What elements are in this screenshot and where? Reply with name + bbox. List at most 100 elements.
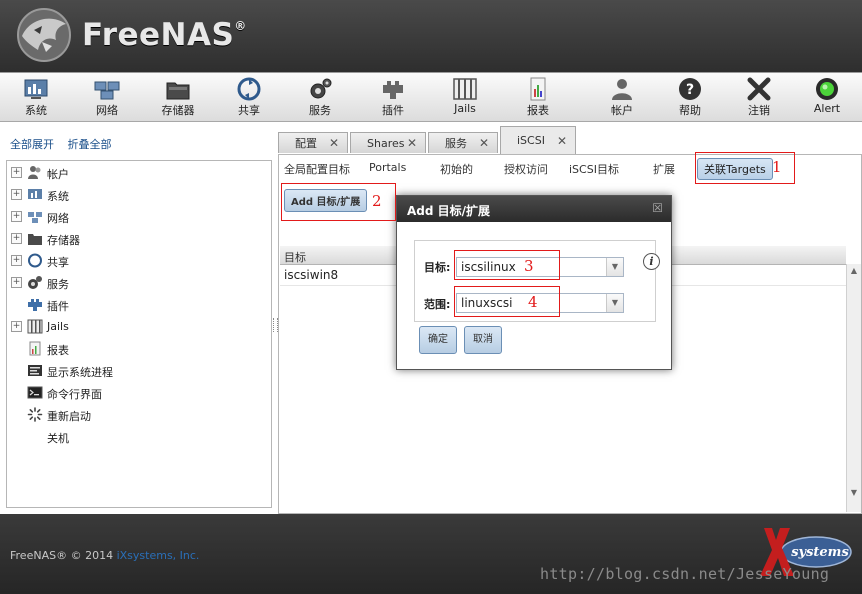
expand-toggle-icon[interactable]: + — [11, 189, 22, 200]
expand-all-link[interactable]: 全部展开 — [10, 138, 54, 151]
annotation-number-4: 4 — [528, 293, 538, 311]
system-icon — [28, 189, 42, 199]
sharing-icon — [237, 77, 261, 101]
annotation-number-1: 1 — [772, 158, 782, 176]
toolbar-jails-button[interactable]: Jails — [435, 77, 495, 119]
dialog-title-bar[interactable]: Add 目标/扩展 ☒ — [397, 196, 671, 222]
tab-services[interactable]: 服务 ✕ — [428, 132, 498, 153]
cancel-button[interactable]: 取消 — [464, 326, 502, 354]
tab-iscsi[interactable]: iSCSI ✕ — [500, 126, 576, 154]
logout-icon — [747, 77, 771, 101]
collapse-all-link[interactable]: 折叠全部 — [68, 138, 112, 151]
terminal-icon — [27, 386, 43, 399]
table-scrollbar[interactable]: ▲ ▼ — [846, 264, 861, 512]
watermark-text: http://blog.csdn.net/JesseYoung — [540, 565, 830, 583]
expand-toggle-icon[interactable]: + — [11, 233, 22, 244]
app-logo-text: FreeNAS® — [82, 17, 247, 53]
toolbar-help-button[interactable]: ? 帮助 — [660, 77, 720, 119]
sidebar-item-plugins[interactable]: 插件 — [9, 295, 265, 315]
sidebar-item-storage[interactable]: + 存储器 — [9, 229, 265, 249]
tree-links: 全部展开 折叠全部 — [10, 136, 122, 152]
annotation-number-3: 3 — [524, 257, 534, 275]
sidebar-item-sharing[interactable]: + 共享 — [9, 251, 265, 271]
subtab-portals[interactable]: Portals — [369, 161, 406, 174]
close-icon[interactable]: ✕ — [479, 133, 489, 154]
sharing-icon — [28, 253, 42, 268]
column-header-target[interactable]: 目标 — [284, 249, 306, 265]
alert-icon — [816, 78, 838, 100]
annotation-box-3 — [454, 250, 560, 280]
subtab-initiators[interactable]: 初始的 — [440, 161, 473, 177]
ixsystems-link[interactable]: iXsystems, Inc. — [117, 549, 200, 562]
reporting-icon — [530, 77, 546, 101]
svg-text:?: ? — [686, 82, 694, 98]
close-icon[interactable]: ✕ — [329, 133, 339, 154]
sidebar-item-network[interactable]: + 网络 — [9, 207, 265, 227]
account-icon — [28, 166, 41, 179]
toolbar-network-button[interactable]: 网络 — [77, 77, 137, 119]
subtab-authorized-access[interactable]: 授权访问 — [504, 161, 548, 177]
ok-button[interactable]: 确定 — [419, 326, 457, 354]
sidebar-item-reboot[interactable]: 重新启动 — [9, 405, 265, 425]
tab-settings[interactable]: 配置 ✕ — [278, 132, 348, 153]
close-icon[interactable]: ✕ — [407, 133, 417, 154]
toolbar-sharing-button[interactable]: 共享 — [219, 77, 279, 119]
toolbar-alert-button[interactable]: Alert — [797, 77, 857, 119]
sidebar-item-shutdown[interactable]: 关机 — [9, 427, 265, 447]
jails-icon — [27, 319, 43, 334]
expand-toggle-icon[interactable]: + — [11, 211, 22, 222]
chevron-down-icon[interactable]: ▼ — [606, 258, 623, 276]
reporting-icon — [29, 341, 41, 356]
expand-toggle-icon[interactable]: + — [11, 277, 22, 288]
scroll-up-icon[interactable]: ▲ — [849, 266, 859, 276]
annotation-box-4 — [454, 286, 560, 317]
sidebar-item-system[interactable]: + 系统 — [9, 185, 265, 205]
toolbar-logout-button[interactable]: 注销 — [729, 77, 789, 119]
expand-toggle-icon[interactable]: + — [11, 321, 22, 332]
copyright-text: FreeNAS® © 2014 iXsystems, Inc. — [10, 549, 200, 562]
toolbar-account-button[interactable]: 帐户 — [592, 77, 652, 119]
freenas-shark-logo-icon — [17, 8, 71, 62]
dialog-title: Add 目标/扩展 — [407, 204, 491, 218]
network-icon — [28, 212, 42, 223]
account-icon — [612, 79, 632, 100]
close-icon[interactable]: ☒ — [652, 201, 663, 215]
toolbar-system-button[interactable]: 系统 — [6, 77, 66, 119]
toolbar-services-button[interactable]: 服务 — [290, 77, 350, 119]
svg-text:systems: systems — [791, 545, 849, 560]
sidebar-item-services[interactable]: + 服务 — [9, 273, 265, 293]
services-icon — [28, 276, 42, 289]
process-list-icon — [28, 365, 42, 376]
toolbar-storage-button[interactable]: 存储器 — [148, 77, 208, 119]
storage-icon — [166, 82, 190, 100]
extent-label: 范围: — [424, 298, 451, 311]
subtab-global-config[interactable]: 全局配置目标 — [284, 161, 350, 177]
sidebar-item-shell[interactable]: 命令行界面 — [9, 383, 265, 403]
system-icon — [24, 79, 48, 99]
subtab-iscsi-targets[interactable]: iSCSI目标 — [569, 161, 619, 177]
storage-icon — [28, 234, 42, 245]
plugins-icon — [28, 299, 42, 311]
toolbar-plugins-button[interactable]: 插件 — [363, 77, 423, 119]
plugins-icon — [383, 81, 403, 99]
tab-shares[interactable]: Shares ✕ — [350, 132, 426, 153]
subtab-extents[interactable]: 扩展 — [653, 161, 675, 177]
sidebar-item-account[interactable]: + 帐户 — [9, 163, 265, 183]
chevron-down-icon[interactable]: ▼ — [606, 294, 623, 312]
services-icon — [310, 78, 332, 99]
sidebar-item-jails[interactable]: + Jails — [9, 317, 265, 337]
scroll-down-icon[interactable]: ▼ — [849, 488, 859, 498]
reboot-spinner-icon — [27, 407, 43, 422]
info-icon[interactable]: i — [643, 253, 660, 270]
sidebar-item-process-list[interactable]: 显示系统进程 — [9, 361, 265, 381]
expand-toggle-icon[interactable]: + — [11, 255, 22, 266]
annotation-number-2: 2 — [372, 192, 382, 210]
target-label: 目标: — [424, 261, 451, 274]
help-icon: ? — [679, 78, 701, 100]
sidebar-item-reporting[interactable]: 报表 — [9, 339, 265, 359]
expand-toggle-icon[interactable]: + — [11, 167, 22, 178]
main-toolbar: 系统 网络 存储器 共享 服务 插件 Jails 报表 帐户 ? 帮助 注销 A… — [0, 72, 862, 122]
close-icon[interactable]: ✕ — [557, 127, 567, 155]
toolbar-reporting-button[interactable]: 报表 — [508, 77, 568, 119]
navigation-tree: + 帐户 + 系统 + 网络 + 存储器 + 共享 + 服务 插件 + Jail… — [6, 160, 272, 508]
